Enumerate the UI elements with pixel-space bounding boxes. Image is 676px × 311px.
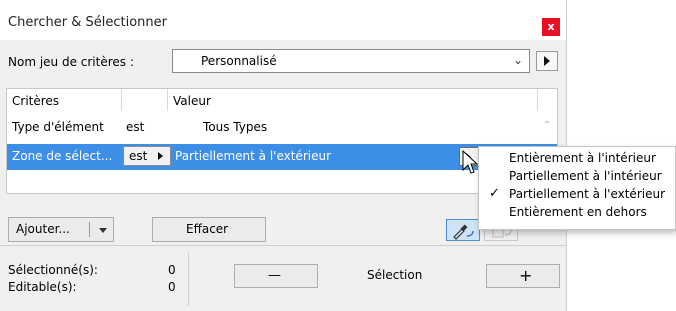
clear-button-label: Effacer xyxy=(186,222,229,236)
add-to-selection-button[interactable]: + xyxy=(486,264,560,288)
criteria-table: Critères Valeur ⌃ Type d'élément est Tou… xyxy=(6,88,558,194)
criteria-set-label: Nom jeu de critères : xyxy=(8,55,134,69)
value-dropdown-menu: Entièrement à l'intérieur Partiellement … xyxy=(478,146,676,230)
remove-from-selection-button[interactable]: — xyxy=(234,264,318,288)
criteria-set-value: Personnalisé xyxy=(201,54,277,68)
editable-count: 0 xyxy=(168,280,176,294)
scroll-up-icon[interactable]: ⌃ xyxy=(543,120,551,131)
criteria-set-select[interactable]: Personnalisé ⌄ xyxy=(172,49,530,73)
close-button[interactable]: x xyxy=(542,18,560,36)
header-value[interactable]: Valeur xyxy=(173,94,211,108)
row-operator: est xyxy=(126,120,145,134)
plus-icon: + xyxy=(519,266,533,285)
column-divider[interactable] xyxy=(167,89,168,111)
column-divider[interactable] xyxy=(537,89,538,111)
menu-item-label: Partiellement à l'intérieur xyxy=(509,169,662,183)
menu-item[interactable]: Entièrement en dehors xyxy=(479,204,675,222)
header-criteria[interactable]: Critères xyxy=(12,94,59,108)
row-criteria: Zone de sélect... xyxy=(12,149,113,163)
row-value: Partiellement à l'extérieur xyxy=(175,149,332,163)
triangle-right-icon xyxy=(158,152,163,160)
menu-item-checked[interactable]: ✓ Partiellement à l'extérieur xyxy=(479,186,675,204)
check-icon: ✓ xyxy=(489,186,500,201)
menu-item-label: Entièrement à l'intérieur xyxy=(509,151,656,165)
close-icon: x xyxy=(547,20,555,33)
add-button-label: Ajouter... xyxy=(16,222,70,236)
criteria-set-menu-button[interactable] xyxy=(536,51,558,71)
triangle-right-icon xyxy=(544,56,550,66)
title-bar: Chercher & Sélectionner x xyxy=(0,0,566,40)
menu-item-label: Partiellement à l'extérieur xyxy=(509,187,666,201)
menu-item[interactable]: Partiellement à l'intérieur xyxy=(479,168,675,186)
row-criteria: Type d'élément xyxy=(12,120,104,134)
mouse-pointer-icon xyxy=(462,150,478,174)
editable-label: Editable(s): xyxy=(8,280,77,294)
window-title: Chercher & Sélectionner xyxy=(8,15,167,30)
operator-value: est xyxy=(129,149,148,163)
menu-item-label: Entièrement en dehors xyxy=(509,205,647,219)
selected-count: 0 xyxy=(168,263,176,277)
add-button[interactable]: Ajouter... xyxy=(8,217,114,242)
minus-icon: — xyxy=(268,268,281,283)
selection-label: Sélection xyxy=(367,268,423,282)
operator-dropdown[interactable]: est xyxy=(123,146,171,166)
selected-label: Sélectionné(s): xyxy=(8,263,98,277)
menu-item[interactable]: Entièrement à l'intérieur xyxy=(479,150,675,168)
divider xyxy=(0,245,566,246)
clear-button[interactable]: Effacer xyxy=(152,217,266,242)
divider xyxy=(188,252,189,306)
split-divider xyxy=(89,222,90,237)
chevron-down-icon: ⌄ xyxy=(512,53,523,67)
row-value: Tous Types xyxy=(203,120,268,134)
column-divider[interactable] xyxy=(121,89,122,111)
caret-down-icon[interactable] xyxy=(99,228,107,233)
eyedropper-icon xyxy=(453,224,474,240)
eyedropper-button[interactable] xyxy=(446,219,480,241)
table-row[interactable]: Type d'élément est Tous Types xyxy=(7,115,537,139)
